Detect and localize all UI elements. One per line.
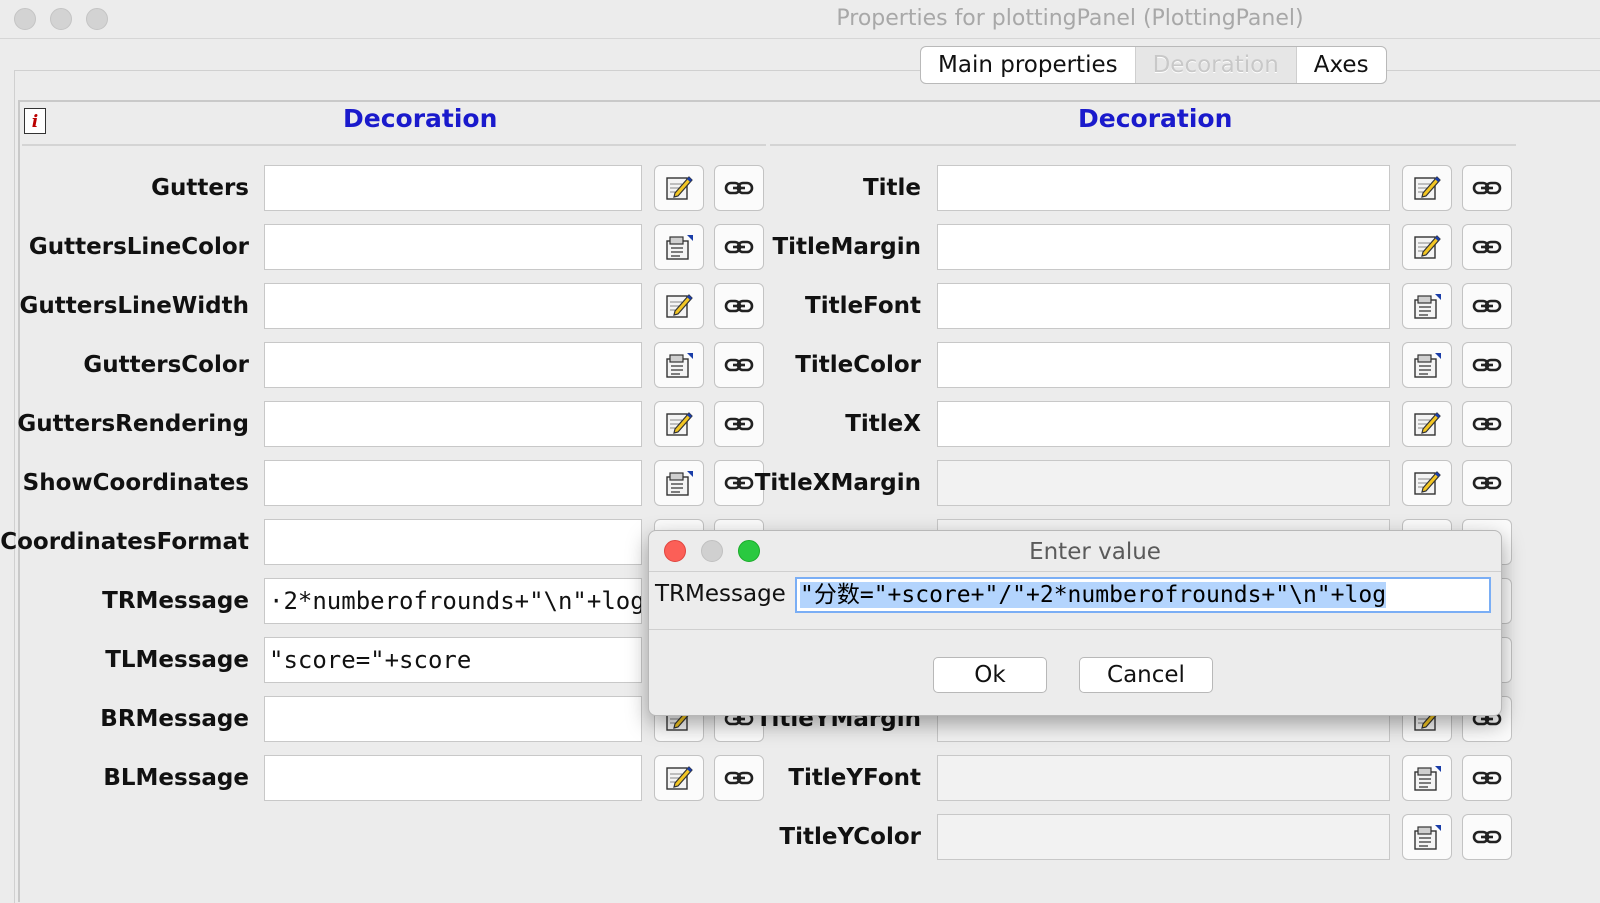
- property-label: TitleMargin: [772, 234, 921, 260]
- property-label: TitleYFont: [788, 765, 921, 791]
- dialog-value-input[interactable]: "分数="+score+"/"+2*numberofrounds+"\n"+lo…: [795, 577, 1491, 613]
- value-editor-button[interactable]: [1402, 755, 1452, 801]
- dialog-value-selection: "分数="+score+"/"+2*numberofrounds+"\n"+lo…: [800, 582, 1387, 608]
- value-editor-button[interactable]: [1402, 283, 1452, 329]
- property-value-field[interactable]: [937, 814, 1390, 860]
- property-label: TitleFont: [805, 293, 921, 319]
- link-icon: [1472, 823, 1502, 851]
- dialog-field-label: TRMessage: [655, 581, 786, 607]
- property-value-field[interactable]: [937, 165, 1390, 211]
- link-variable-button[interactable]: [1462, 460, 1512, 506]
- link-variable-button[interactable]: [1462, 814, 1512, 860]
- window-title: Properties for plottingPanel (PlottingPa…: [836, 6, 1304, 31]
- chooser-icon: [1412, 351, 1442, 379]
- link-icon: [1472, 764, 1502, 792]
- value-editor-button[interactable]: [1402, 165, 1452, 211]
- property-value-field[interactable]: [937, 460, 1390, 506]
- enter-value-dialog: Enter value TRMessage "分数="+score+"/"+2*…: [648, 530, 1502, 716]
- dialog-title-separator: [649, 571, 1501, 572]
- value-editor-button[interactable]: [1402, 224, 1452, 270]
- value-editor-button[interactable]: [1402, 814, 1452, 860]
- property-row-title-xmargin: TitleXMargin: [0, 460, 1600, 508]
- window-titlebar: Properties for plottingPanel (PlottingPa…: [0, 0, 1600, 39]
- property-label: TitleColor: [795, 352, 921, 378]
- property-row-title-color: TitleColor: [0, 342, 1600, 390]
- link-variable-button[interactable]: [1462, 342, 1512, 388]
- value-editor-button[interactable]: [1402, 460, 1452, 506]
- property-row-title-font: TitleFont: [0, 283, 1600, 331]
- link-icon: [1472, 174, 1502, 202]
- chooser-icon: [1412, 823, 1442, 851]
- link-variable-button[interactable]: [1462, 283, 1512, 329]
- property-label: Title: [862, 175, 921, 201]
- value-editor-button[interactable]: [1402, 401, 1452, 447]
- property-label: TitleX: [845, 411, 921, 437]
- tab-main-properties[interactable]: Main properties: [921, 47, 1135, 83]
- link-variable-button[interactable]: [1462, 755, 1512, 801]
- edit-pencil-icon: [1412, 469, 1442, 497]
- panel-border-top: [20, 100, 1600, 102]
- property-label: TitleXMargin: [754, 470, 921, 496]
- property-value-field[interactable]: [937, 224, 1390, 270]
- ok-button[interactable]: Ok: [933, 657, 1047, 693]
- property-value-field[interactable]: [937, 755, 1390, 801]
- cancel-button[interactable]: Cancel: [1079, 657, 1213, 693]
- right-section-divider: [770, 144, 1516, 146]
- link-icon: [1472, 233, 1502, 261]
- property-row-title-margin: TitleMargin: [0, 224, 1600, 272]
- property-label: TitleYColor: [779, 824, 921, 850]
- link-variable-button[interactable]: [1462, 401, 1512, 447]
- left-section-title: Decoration: [343, 104, 498, 133]
- left-section-divider: [22, 144, 766, 146]
- tab-axes[interactable]: Axes: [1297, 47, 1386, 83]
- property-value-field[interactable]: [937, 283, 1390, 329]
- chooser-icon: [1412, 292, 1442, 320]
- edit-pencil-icon: [1412, 410, 1442, 438]
- dialog-separator: [649, 629, 1501, 630]
- property-row-title-x: TitleX: [0, 401, 1600, 449]
- link-variable-button[interactable]: [1462, 224, 1512, 270]
- value-editor-button[interactable]: [1402, 342, 1452, 388]
- link-icon: [1472, 410, 1502, 438]
- tab-bar: Main properties Decoration Axes: [920, 46, 1387, 84]
- link-variable-button[interactable]: [1462, 165, 1512, 211]
- property-row-title-yfont: TitleYFont: [0, 755, 1600, 803]
- dialog-title: Enter value: [1029, 539, 1161, 565]
- property-row-title: Title: [0, 165, 1600, 213]
- link-icon: [1472, 351, 1502, 379]
- property-row-title-ycolor: TitleYColor: [0, 814, 1600, 862]
- edit-pencil-icon: [1412, 233, 1442, 261]
- tab-decoration[interactable]: Decoration: [1134, 47, 1297, 83]
- property-value-field[interactable]: [937, 401, 1390, 447]
- edit-pencil-icon: [1412, 174, 1442, 202]
- link-icon: [1472, 469, 1502, 497]
- chooser-icon: [1412, 764, 1442, 792]
- info-icon[interactable]: i: [24, 108, 46, 134]
- right-section-title: Decoration: [1078, 104, 1233, 133]
- property-value-field[interactable]: [937, 342, 1390, 388]
- link-icon: [1472, 292, 1502, 320]
